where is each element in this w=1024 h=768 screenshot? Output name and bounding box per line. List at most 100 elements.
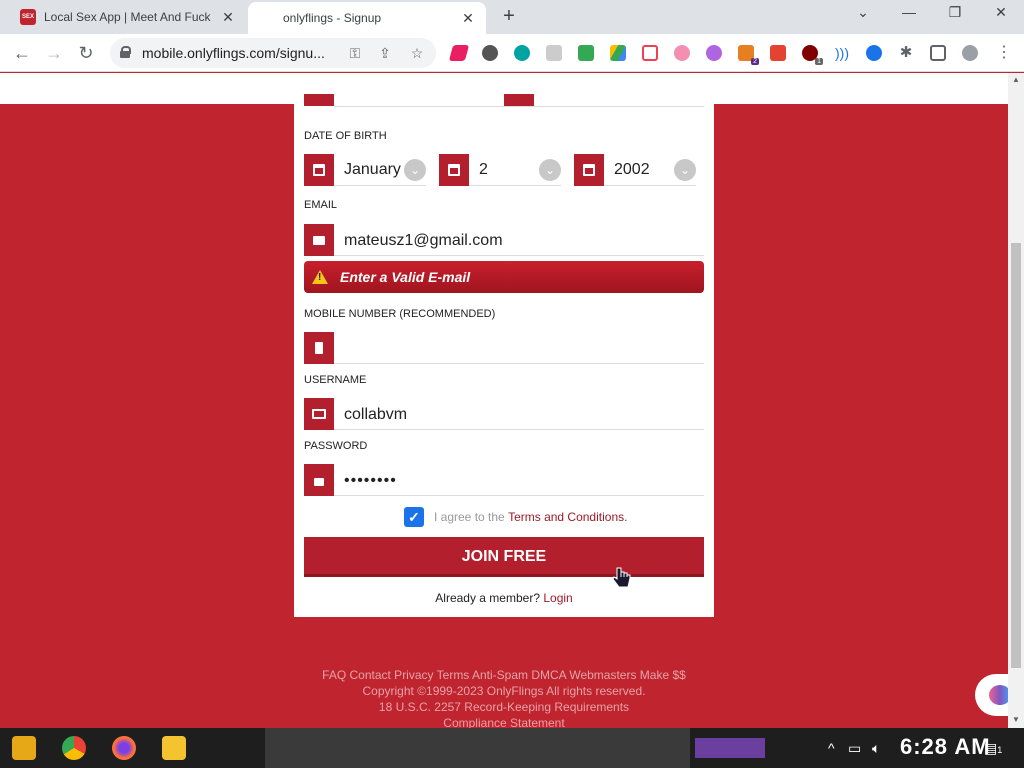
scroll-down-icon[interactable]: ▼ — [1012, 715, 1020, 724]
envelope-icon — [304, 224, 334, 256]
address-bar[interactable]: mobile.onlyflings.com/signu... ⚿ ⇪ ☆ — [110, 38, 436, 68]
extensions-puzzle-icon[interactable]: ✱ — [898, 45, 914, 61]
tab-local-sex-app[interactable]: SEX Local Sex App | Meet And Fuck ✕ — [8, 0, 246, 34]
chevron-down-icon: ⌄ — [539, 159, 561, 181]
key-icon[interactable]: ⚿ — [346, 44, 364, 62]
extension-badge-icon[interactable]: 2 — [738, 45, 759, 65]
taskbar: ^ ▭ 🔈︎ 6:28 AM ▤1 — [0, 728, 1024, 768]
email-value: mateusz1@gmail.com — [344, 232, 503, 249]
profile-avatar-icon[interactable] — [962, 45, 978, 61]
tab-close-icon[interactable]: ✕ — [458, 8, 478, 28]
volume-icon[interactable]: 🔈︎ — [872, 740, 880, 757]
tab-search-icon[interactable]: ⌄ — [840, 4, 886, 26]
email-error-text: Enter a Valid E-mail — [340, 269, 471, 285]
hand-cursor-icon — [612, 567, 631, 588]
page-scrollbar[interactable]: ▲ ▼ — [1008, 73, 1024, 728]
tab-close-icon[interactable]: ✕ — [218, 7, 238, 27]
extension-gray-icon[interactable] — [546, 45, 562, 61]
login-link[interactable]: Login — [543, 591, 572, 605]
zip-field-icon — [304, 94, 334, 106]
floating-brain-icon[interactable] — [975, 674, 1008, 716]
extension-play-icon[interactable] — [674, 45, 690, 61]
terms-agreement: ✓ I agree to the Terms and Conditions. — [404, 507, 627, 527]
tab-favicon-icon: SEX — [20, 9, 36, 25]
tab-title: onlyflings - Signup — [283, 11, 382, 25]
tab-bar: SEX Local Sex App | Meet And Fuck ✕ only… — [0, 0, 1024, 34]
page-footer: FAQ Contact Privacy Terms Anti-Spam DMCA… — [294, 667, 714, 728]
email-error-message: Enter a Valid E-mail — [304, 261, 704, 293]
share-icon[interactable]: ⇪ — [376, 44, 394, 62]
mobile-label: MOBILE NUMBER (RECOMMENDED) — [304, 308, 496, 320]
extension-hex-icon[interactable] — [482, 45, 498, 61]
terms-checkbox[interactable]: ✓ — [404, 507, 424, 527]
email-field[interactable]: mateusz1@gmail.com — [304, 224, 704, 256]
password-label: PASSWORD — [304, 440, 368, 452]
scroll-thumb[interactable] — [1011, 243, 1021, 668]
password-value: •••••••• — [344, 472, 397, 489]
signup-form: DATE OF BIRTH January ⌄ 2 ⌄ 2002 ⌄ EMAIL… — [294, 94, 714, 617]
tab-title: Local Sex App | Meet And Fuck — [44, 10, 211, 24]
pocket-icon[interactable] — [642, 45, 658, 61]
join-free-button[interactable]: JOIN FREE — [304, 537, 704, 577]
dob-month-select[interactable]: January ⌄ — [304, 154, 426, 186]
dob-day-select[interactable]: 2 ⌄ — [439, 154, 561, 186]
taskbar-decoration — [695, 738, 765, 758]
already-member: Already a member? Login — [294, 591, 714, 605]
brain-extension-icon[interactable] — [706, 45, 722, 61]
close-window-button[interactable]: ✕ — [978, 4, 1024, 26]
zoom-extension-icon[interactable] — [866, 45, 882, 61]
google-drive-icon[interactable] — [610, 45, 626, 61]
start-menu-icon[interactable] — [12, 736, 36, 760]
minimize-button[interactable]: — — [886, 4, 932, 26]
terms-link[interactable]: Terms and Conditions. — [508, 510, 627, 524]
phone-icon — [304, 332, 334, 364]
calendar-icon — [304, 154, 334, 186]
menu-kebab-icon[interactable]: ⋮ — [996, 45, 1012, 61]
footer-compliance-link[interactable]: Compliance Statement — [294, 715, 714, 728]
dob-label: DATE OF BIRTH — [304, 130, 387, 142]
ublock-icon[interactable]: 1 — [802, 45, 823, 65]
forward-button[interactable]: → — [42, 42, 66, 64]
tab-onlyflings-signup[interactable]: onlyflings - Signup ✕ — [248, 2, 486, 34]
username-value: collabvm — [344, 406, 408, 423]
notification-icon[interactable]: ▤1 — [984, 740, 1002, 757]
url-text: mobile.onlyflings.com/signu... — [142, 45, 325, 61]
restore-button[interactable]: ❐ — [932, 4, 978, 26]
scroll-up-icon[interactable]: ▲ — [1012, 75, 1020, 84]
clock[interactable]: 6:28 AM — [900, 734, 991, 760]
extension-m-icon[interactable] — [514, 45, 530, 61]
back-button[interactable]: ← — [10, 42, 34, 64]
footer-links[interactable]: FAQ Contact Privacy Terms Anti-Spam DMCA… — [294, 667, 714, 683]
footer-usc-link[interactable]: 18 U.S.C. 2257 Record-Keeping Requiremen… — [294, 699, 714, 715]
id-card-icon — [304, 398, 334, 430]
lock-icon — [304, 464, 334, 496]
page-content: DATE OF BIRTH January ⌄ 2 ⌄ 2002 ⌄ EMAIL… — [0, 73, 1008, 728]
calendar-icon — [574, 154, 604, 186]
dob-year-value: 2002 — [614, 161, 650, 178]
firefox-taskbar-icon[interactable] — [112, 736, 136, 760]
warning-icon — [312, 270, 328, 284]
password-field[interactable]: •••••••• — [304, 464, 704, 496]
reload-button[interactable]: ↻ — [74, 42, 98, 64]
chrome-taskbar-icon[interactable] — [62, 736, 86, 760]
wifi-extension-icon[interactable]: ))) — [834, 45, 850, 61]
dob-day-value: 2 — [479, 161, 488, 178]
agree-prefix: I agree to the — [434, 510, 505, 524]
todoist-icon[interactable] — [770, 45, 786, 61]
extension-feather-icon[interactable] — [448, 45, 470, 61]
email-label: EMAIL — [304, 199, 338, 211]
tray-chevron-icon[interactable]: ^ — [828, 740, 835, 756]
member-text: Already a member? — [435, 591, 540, 605]
mobile-field[interactable] — [304, 332, 704, 364]
new-tab-button[interactable]: + — [498, 6, 520, 28]
side-panel-icon[interactable] — [930, 45, 946, 61]
dob-year-select[interactable]: 2002 ⌄ — [574, 154, 696, 186]
username-field[interactable]: collabvm — [304, 398, 704, 430]
browser-toolbar: ← → ↻ mobile.onlyflings.com/signu... ⚿ ⇪… — [0, 34, 1024, 72]
extension-sheets-icon[interactable] — [578, 45, 594, 61]
file-explorer-icon[interactable] — [162, 736, 186, 760]
network-icon[interactable]: ▭ — [848, 740, 861, 757]
dob-month-value: January — [344, 161, 401, 178]
chevron-down-icon: ⌄ — [404, 159, 426, 181]
bookmark-star-icon[interactable]: ☆ — [408, 44, 426, 62]
